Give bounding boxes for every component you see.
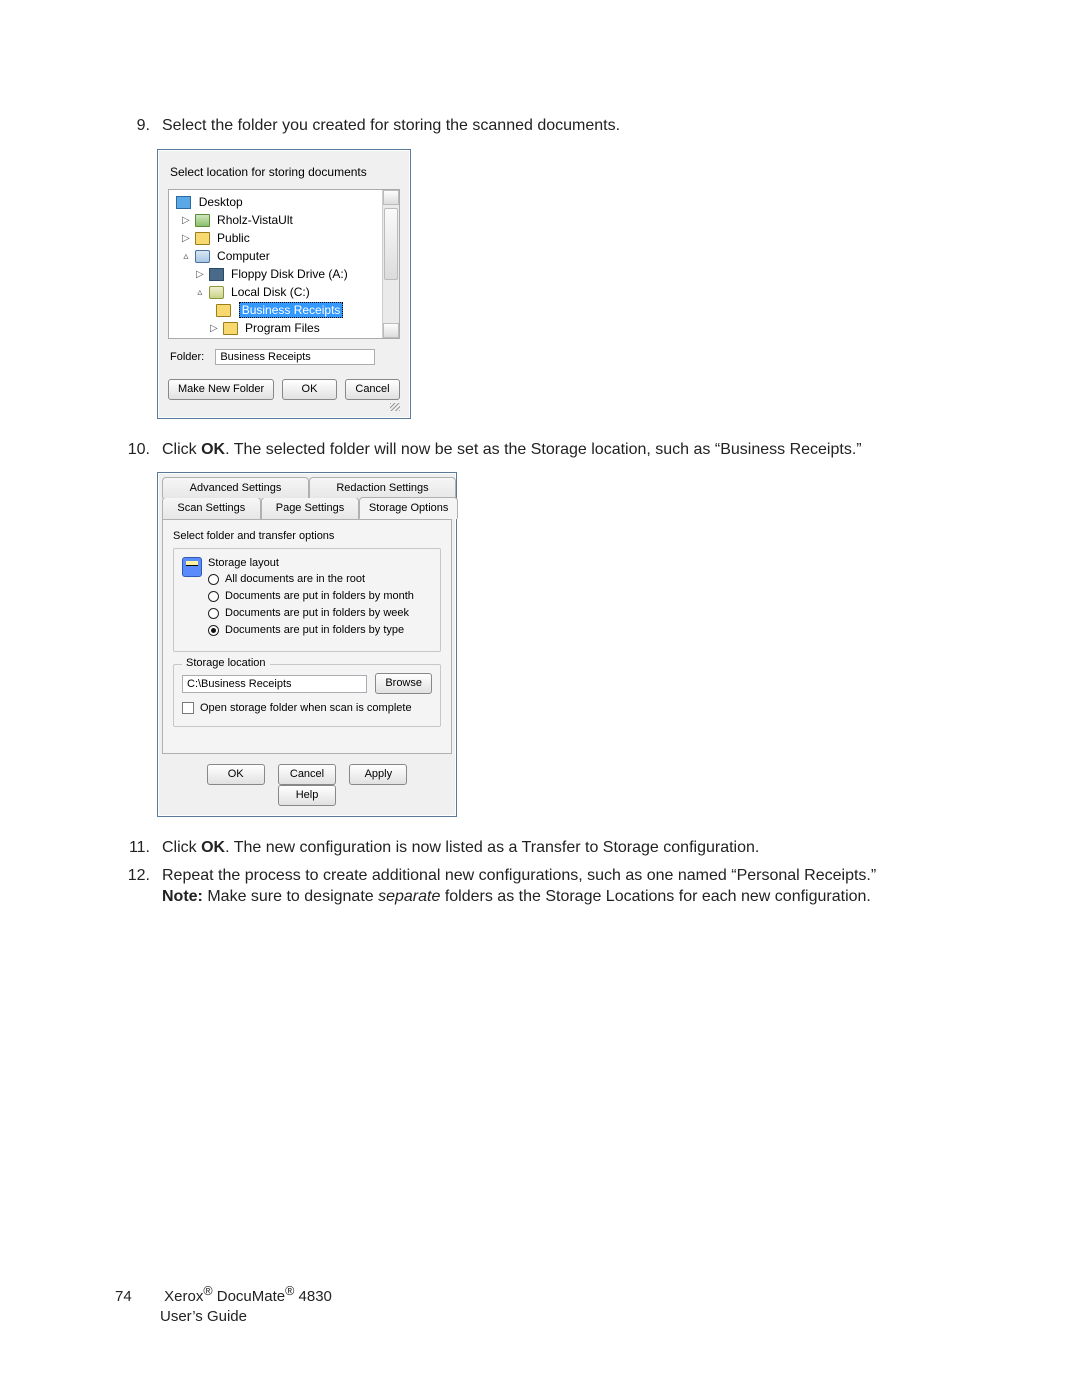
step-12: 12. Repeat the process to create additio… [115, 865, 965, 908]
instruction-list: 10. Click OK. The selected folder will n… [115, 439, 965, 461]
doc-title: User’s Guide [160, 1308, 247, 1325]
tree-item-program-files[interactable]: ▷ Program Files [169, 320, 399, 338]
selected-folder-row: Folder: Business Receipts [168, 339, 400, 375]
scrollbar-thumb[interactable] [384, 208, 398, 280]
make-new-folder-button[interactable]: Make New Folder [168, 379, 274, 400]
tree-label: Local Disk (C:) [231, 285, 310, 299]
radio-root[interactable]: All documents are in the root [208, 571, 432, 588]
dialog-button-row: Make New Folder OK Cancel [168, 375, 400, 400]
storage-location-group: Storage location C:\Business Receipts Br… [173, 664, 441, 727]
tree-item-user[interactable]: ▷ Rholz-VistaUlt [169, 212, 399, 230]
step-text: Click OK. The selected folder will now b… [162, 439, 965, 461]
instruction-list: 11. Click OK. The new configuration is n… [115, 837, 965, 908]
browse-button[interactable]: Browse [375, 673, 432, 694]
expand-icon[interactable]: ▷ [180, 212, 191, 229]
floppy-icon [209, 268, 224, 281]
collapse-icon[interactable]: ▵ [180, 248, 191, 265]
tree-item-computer[interactable]: ▵ Computer [169, 248, 399, 266]
page-footer: 74 Xerox® DocuMate® 4830 User’s Guide [115, 1283, 332, 1328]
tree-item-floppy[interactable]: ▷ Floppy Disk Drive (A:) [169, 266, 399, 284]
expand-icon[interactable]: ▷ [208, 338, 219, 339]
radio-by-month[interactable]: Documents are put in folders by month [208, 588, 432, 605]
section-label: Select folder and transfer options [173, 530, 441, 542]
folder-label: Folder: [170, 351, 204, 363]
cancel-button[interactable]: Cancel [278, 764, 336, 785]
folder-value[interactable]: Business Receipts [215, 349, 375, 365]
folder-browser-dialog: Select location for storing documents De… [157, 149, 411, 419]
step-number: 10. [115, 439, 162, 461]
dialog-button-row: OK Cancel Apply Help [162, 754, 452, 812]
expand-icon[interactable]: ▷ [194, 266, 205, 283]
tree-label: Rholz-VistaUlt [217, 213, 293, 227]
tab-storage-options[interactable]: Storage Options [359, 497, 458, 519]
step-number: 11. [115, 837, 162, 859]
tree-item-desktop[interactable]: Desktop [169, 194, 399, 212]
tree-label-selected: Business Receipts [239, 302, 344, 318]
dialog-title: Select location for storing documents [168, 162, 400, 189]
cancel-button[interactable]: Cancel [345, 379, 400, 400]
radio-icon [208, 591, 219, 602]
checkbox-label: Open storage folder when scan is complet… [200, 702, 412, 714]
step-text: Click OK. The new configuration is now l… [162, 837, 965, 859]
radio-icon-selected [208, 625, 219, 636]
tree-item-business-receipts[interactable]: Business Receipts [169, 302, 399, 320]
step-text: Select the folder you created for storin… [162, 115, 965, 137]
storage-location-input[interactable]: C:\Business Receipts [182, 675, 367, 693]
desktop-icon [176, 196, 191, 209]
drive-icon [209, 286, 224, 299]
resize-grip-icon[interactable] [168, 400, 400, 408]
tab-redaction-settings[interactable]: Redaction Settings [309, 477, 456, 498]
folder-tree[interactable]: Desktop ▷ Rholz-VistaUlt ▷ Public ▵ Comp… [168, 189, 400, 339]
storage-layout-label: Storage layout [208, 557, 432, 569]
step-number: 12. [115, 865, 162, 908]
storage-options-dialog: Advanced Settings Redaction Settings Sca… [157, 472, 457, 817]
computer-icon [195, 250, 210, 263]
expand-icon[interactable]: ▷ [208, 320, 219, 337]
step-11: 11. Click OK. The new configuration is n… [115, 837, 965, 859]
tree-label: Public [217, 231, 250, 245]
ok-button[interactable]: OK [207, 764, 265, 785]
tab-page-settings[interactable]: Page Settings [261, 497, 360, 519]
document-page: 9. Select the folder you created for sto… [0, 0, 1080, 1397]
tree-item-public[interactable]: ▷ Public [169, 230, 399, 248]
step-number: 9. [115, 115, 162, 137]
storage-layout-radios: All documents are in the root Documents … [208, 571, 432, 639]
storage-layout-icon [182, 557, 202, 577]
tree-item-users[interactable]: ▷ Users [169, 338, 399, 339]
radio-icon [208, 608, 219, 619]
ok-button[interactable]: OK [282, 379, 337, 400]
folder-icon [216, 304, 231, 317]
step-10: 10. Click OK. The selected folder will n… [115, 439, 965, 461]
folder-icon [195, 232, 210, 245]
page-number: 74 [115, 1287, 160, 1307]
tree-label: Floppy Disk Drive (A:) [231, 267, 348, 281]
tree-label: Program Files [245, 321, 320, 335]
tab-advanced-settings[interactable]: Advanced Settings [162, 477, 309, 498]
storage-location-label: Storage location [182, 657, 270, 669]
tab-row-front: Scan Settings Page Settings Storage Opti… [162, 498, 452, 519]
user-folder-icon [195, 214, 210, 227]
radio-icon [208, 574, 219, 585]
product-name: Xerox® DocuMate® 4830 [164, 1288, 332, 1305]
instruction-list: 9. Select the folder you created for sto… [115, 115, 965, 137]
folder-icon [223, 322, 238, 335]
tab-scan-settings[interactable]: Scan Settings [162, 497, 261, 519]
apply-button[interactable]: Apply [349, 764, 407, 785]
collapse-icon[interactable]: ▵ [194, 284, 205, 301]
help-button[interactable]: Help [278, 785, 336, 806]
step-9: 9. Select the folder you created for sto… [115, 115, 965, 137]
tree-label: Computer [217, 249, 270, 263]
vertical-scrollbar[interactable] [382, 190, 399, 338]
step-text: Repeat the process to create additional … [162, 865, 965, 908]
open-folder-checkbox-row[interactable]: Open storage folder when scan is complet… [182, 702, 432, 714]
radio-by-type[interactable]: Documents are put in folders by type [208, 622, 432, 639]
checkbox-icon [182, 702, 194, 714]
tab-row-back: Advanced Settings Redaction Settings [162, 477, 452, 498]
storage-layout-group: Storage layout All documents are in the … [173, 548, 441, 652]
radio-by-week[interactable]: Documents are put in folders by week [208, 605, 432, 622]
expand-icon[interactable]: ▷ [180, 230, 191, 247]
tree-label: Desktop [199, 195, 243, 209]
tree-item-local-c[interactable]: ▵ Local Disk (C:) [169, 284, 399, 302]
tab-panel-storage-options: Select folder and transfer options Stora… [162, 519, 452, 754]
